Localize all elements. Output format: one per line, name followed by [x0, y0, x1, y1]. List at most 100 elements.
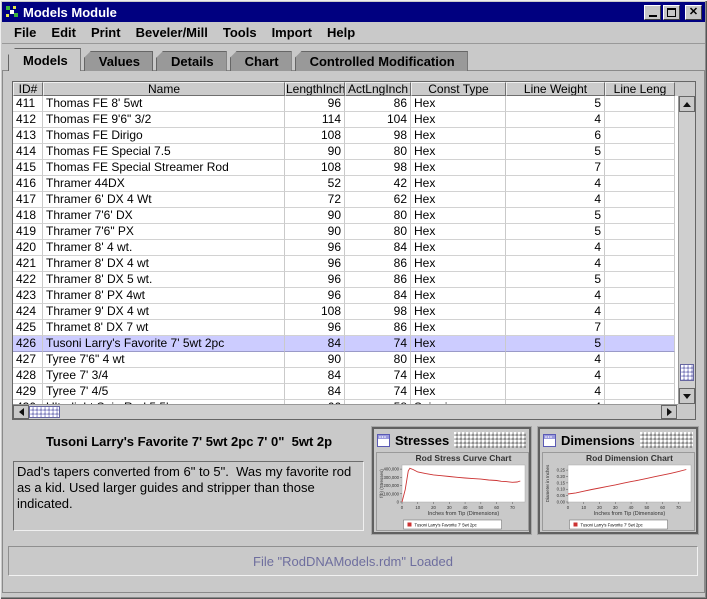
cell-line-weight[interactable]: 4: [506, 384, 605, 400]
horizontal-scroll-thumb[interactable]: [29, 406, 60, 418]
cell-line-weight[interactable]: 5: [506, 224, 605, 240]
cell-actlnginch[interactable]: 42: [345, 176, 411, 192]
cell-name[interactable]: Thramer 7'6" PX: [43, 224, 285, 240]
cell-line-weight[interactable]: 4: [506, 304, 605, 320]
cell-id[interactable]: 422: [13, 272, 43, 288]
column-header-id[interactable]: ID#: [13, 82, 43, 96]
cell-id[interactable]: 428: [13, 368, 43, 384]
cell-const-type[interactable]: Hex: [411, 272, 506, 288]
cell-name[interactable]: Thomas FE 9'6" 3/2: [43, 112, 285, 128]
table-row-414[interactable]: 414Thomas FE Special 7.59080Hex5: [13, 144, 675, 160]
cell-lengthinch[interactable]: 52: [285, 176, 345, 192]
cell-line-weight[interactable]: 4: [506, 240, 605, 256]
cell-name[interactable]: Thramer 6' DX 4 Wt: [43, 192, 285, 208]
cell-actlnginch[interactable]: 98: [345, 128, 411, 144]
cell-line-leng[interactable]: [605, 208, 675, 224]
cell-id[interactable]: 424: [13, 304, 43, 320]
cell-actlnginch[interactable]: 80: [345, 208, 411, 224]
cell-actlnginch[interactable]: 74: [345, 336, 411, 352]
tab-controlled-modification[interactable]: Controlled Modification: [295, 51, 468, 71]
cell-line-weight[interactable]: 5: [506, 336, 605, 352]
cell-line-leng[interactable]: [605, 384, 675, 400]
cell-id[interactable]: 414: [13, 144, 43, 160]
table-row-419[interactable]: 419Thramer 7'6" PX9080Hex5: [13, 224, 675, 240]
cell-line-weight[interactable]: 4: [506, 176, 605, 192]
cell-actlnginch[interactable]: 74: [345, 384, 411, 400]
tab-models[interactable]: Models: [8, 48, 81, 71]
cell-line-leng[interactable]: [605, 176, 675, 192]
table-row-413[interactable]: 413Thomas FE Dirigo10898Hex6: [13, 128, 675, 144]
cell-actlnginch[interactable]: 86: [345, 320, 411, 336]
cell-actlnginch[interactable]: 86: [345, 96, 411, 112]
cell-id[interactable]: 415: [13, 160, 43, 176]
cell-const-type[interactable]: Hex: [411, 128, 506, 144]
table-row-429[interactable]: 429Tyree 7' 4/58474Hex4: [13, 384, 675, 400]
cell-const-type[interactable]: Hex: [411, 224, 506, 240]
cell-actlnginch[interactable]: 84: [345, 288, 411, 304]
cell-line-leng[interactable]: [605, 128, 675, 144]
cell-lengthinch[interactable]: 96: [285, 240, 345, 256]
table-row-421[interactable]: 421Thramer 8' DX 4 wt9686Hex4: [13, 256, 675, 272]
tab-values[interactable]: Values: [84, 51, 153, 71]
scroll-left-button[interactable]: [13, 405, 29, 419]
cell-const-type[interactable]: Hex: [411, 368, 506, 384]
table-row-416[interactable]: 416Thramer 44DX5242Hex4: [13, 176, 675, 192]
table-row-423[interactable]: 423Thramer 8' PX 4wt9684Hex4: [13, 288, 675, 304]
cell-const-type[interactable]: Hex: [411, 144, 506, 160]
cell-id[interactable]: 423: [13, 288, 43, 304]
cell-lengthinch[interactable]: 96: [285, 96, 345, 112]
vertical-scrollbar[interactable]: [678, 96, 695, 404]
cell-id[interactable]: 421: [13, 256, 43, 272]
cell-line-weight[interactable]: 4: [506, 256, 605, 272]
cell-lengthinch[interactable]: 90: [285, 208, 345, 224]
cell-line-leng[interactable]: [605, 256, 675, 272]
cell-lengthinch[interactable]: 96: [285, 256, 345, 272]
cell-name[interactable]: Thramer 8' 4 wt.: [43, 240, 285, 256]
cell-line-weight[interactable]: 4: [506, 112, 605, 128]
cell-line-weight[interactable]: 5: [506, 144, 605, 160]
cell-name[interactable]: Thramer 8' PX 4wt: [43, 288, 285, 304]
cell-const-type[interactable]: Hex: [411, 384, 506, 400]
cell-actlnginch[interactable]: 62: [345, 192, 411, 208]
cell-lengthinch[interactable]: 108: [285, 128, 345, 144]
cell-actlnginch[interactable]: 98: [345, 304, 411, 320]
cell-lengthinch[interactable]: 114: [285, 112, 345, 128]
cell-const-type[interactable]: Hex: [411, 192, 506, 208]
menu-item-import[interactable]: Import: [268, 23, 316, 42]
scroll-right-button[interactable]: [661, 405, 677, 419]
cell-const-type[interactable]: Hex: [411, 176, 506, 192]
cell-name[interactable]: Tyree 7'6" 4 wt: [43, 352, 285, 368]
cell-lengthinch[interactable]: 90: [285, 224, 345, 240]
cell-line-leng[interactable]: [605, 320, 675, 336]
scroll-up-button[interactable]: [679, 96, 695, 112]
title-bar[interactable]: Models Module ✕: [2, 2, 705, 22]
cell-line-weight[interactable]: 4: [506, 352, 605, 368]
dimensions-panel-header[interactable]: Dimensions: [540, 429, 696, 451]
cell-const-type[interactable]: Hex: [411, 352, 506, 368]
cell-lengthinch[interactable]: 90: [285, 352, 345, 368]
cell-actlnginch[interactable]: 98: [345, 160, 411, 176]
table-row-425[interactable]: 425Thramet 8' DX 7 wt9686Hex7: [13, 320, 675, 336]
menu-item-edit[interactable]: Edit: [47, 23, 80, 42]
cell-actlnginch[interactable]: 80: [345, 144, 411, 160]
cell-const-type[interactable]: Hex: [411, 112, 506, 128]
menu-item-print[interactable]: Print: [87, 23, 125, 42]
table-row-426[interactable]: 426Tusoni Larry's Favorite 7' 5wt 2pc847…: [13, 336, 675, 352]
cell-name[interactable]: Tyree 7' 3/4: [43, 368, 285, 384]
cell-const-type[interactable]: Hex: [411, 96, 506, 112]
cell-name[interactable]: Thramet 8' DX 7 wt: [43, 320, 285, 336]
cell-name[interactable]: Tusoni Larry's Favorite 7' 5wt 2pc: [43, 336, 285, 352]
cell-name[interactable]: Thramer 8' DX 4 wt: [43, 256, 285, 272]
cell-line-leng[interactable]: [605, 272, 675, 288]
cell-actlnginch[interactable]: 86: [345, 256, 411, 272]
table-row-422[interactable]: 422Thramer 8' DX 5 wt.9686Hex5: [13, 272, 675, 288]
menu-item-beveler-mill[interactable]: Beveler/Mill: [132, 23, 212, 42]
menu-item-file[interactable]: File: [10, 23, 40, 42]
column-header-actlnginch[interactable]: ActLngInch: [345, 82, 411, 96]
column-header-line-leng[interactable]: Line Leng: [605, 82, 675, 96]
cell-line-leng[interactable]: [605, 288, 675, 304]
cell-id[interactable]: 425: [13, 320, 43, 336]
column-header-line-weight[interactable]: Line Weight: [506, 82, 605, 96]
cell-lengthinch[interactable]: 108: [285, 304, 345, 320]
cell-lengthinch[interactable]: 72: [285, 192, 345, 208]
